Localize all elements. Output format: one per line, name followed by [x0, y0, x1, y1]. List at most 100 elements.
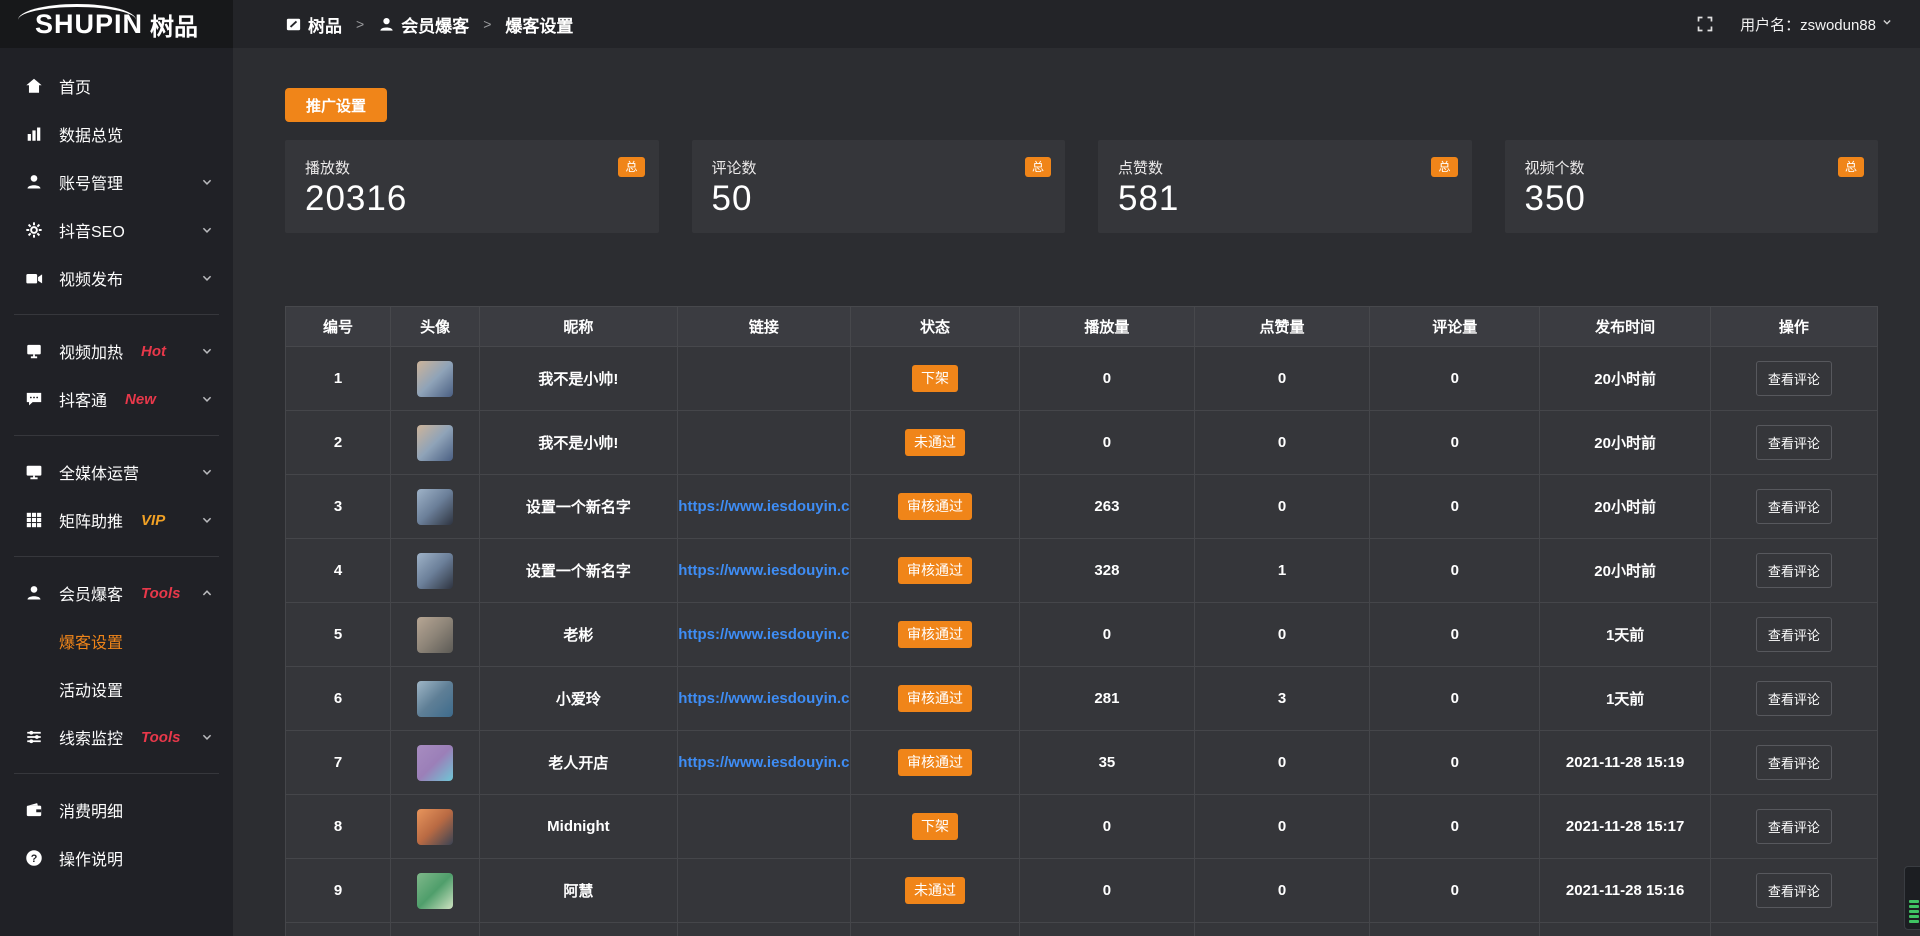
video-link[interactable]: https://www.iesdouyin.c — [678, 690, 849, 707]
view-comments-button[interactable]: 查看评论 — [1756, 873, 1832, 908]
comment-icon — [24, 389, 44, 409]
cell-avatar — [391, 347, 480, 411]
view-comments-button[interactable]: 查看评论 — [1756, 809, 1832, 844]
sidebar-item-label: 会员爆客 — [59, 581, 123, 605]
user-icon — [24, 583, 44, 603]
cell-comments: 0 — [1370, 603, 1540, 667]
user-icon — [24, 172, 44, 192]
main-content: 推广设置 播放数20316总评论数50总点赞数581总视频个数350总 编号头像… — [233, 48, 1920, 936]
sidebar-item-video-heating[interactable]: 视频加热Hot — [0, 327, 233, 375]
cell-nickname: 老人开店 — [480, 731, 677, 795]
cell-action: 查看评论 — [1710, 603, 1877, 667]
cell-likes: 0 — [1194, 475, 1369, 539]
view-comments-button[interactable]: 查看评论 — [1756, 489, 1832, 524]
sidebar-item-media-operation[interactable]: 全媒体运营 — [0, 448, 233, 496]
sidebar-item-label: 抖客通 — [59, 387, 107, 411]
chevron-down-icon — [199, 391, 215, 407]
user-menu[interactable]: 用户名：zswodun88 — [1740, 14, 1894, 35]
cell-action: 查看评论 — [1710, 347, 1877, 411]
table-header-row: 编号头像昵称链接状态播放量点赞量评论量发布时间操作 — [286, 307, 1878, 347]
sidebar-item-member-baoke[interactable]: 会员爆客 Tools — [0, 569, 233, 617]
sidebar-item-home[interactable]: 首页 — [0, 62, 233, 110]
sidebar-divider — [14, 314, 219, 315]
svg-text:?: ? — [31, 853, 38, 865]
fullscreen-icon[interactable] — [1696, 15, 1714, 33]
stat-card-label: 视频个数 — [1525, 157, 1859, 178]
stat-card-value: 350 — [1525, 179, 1859, 219]
sidebar-item-label: 账号管理 — [59, 170, 123, 194]
floating-widget[interactable] — [1904, 866, 1920, 930]
view-comments-button[interactable]: 查看评论 — [1756, 681, 1832, 716]
sidebar-item-clue-monitor[interactable]: 线索监控Tools — [0, 713, 233, 761]
cell-likes: 1 — [1194, 539, 1369, 603]
cell-status: 审核通过 — [851, 731, 1020, 795]
avatar-man-face — [417, 617, 453, 653]
brand-logo[interactable]: SHUPIN 树品 — [0, 0, 233, 48]
cell-plays: 281 — [1019, 667, 1194, 731]
cell-status: 审核通过 — [851, 475, 1020, 539]
cell-likes: 0 — [1194, 603, 1369, 667]
table-col-header-5: 播放量 — [1019, 307, 1194, 347]
view-comments-button[interactable]: 查看评论 — [1756, 617, 1832, 652]
video-link[interactable]: https://www.iesdouyin.c — [678, 498, 849, 515]
video-link[interactable]: https://www.iesdouyin.c — [678, 754, 849, 771]
cell-link — [677, 923, 851, 936]
stat-card-label: 评论数 — [712, 157, 1046, 178]
cell-number — [286, 923, 391, 936]
sidebar-item-consume-detail[interactable]: 消费明细 — [0, 786, 233, 834]
view-comments-button[interactable]: 查看评论 — [1756, 425, 1832, 460]
sidebar-item-account-manage[interactable]: 账号管理 — [0, 158, 233, 206]
cell-number: 5 — [286, 603, 391, 667]
widget-bar — [1909, 920, 1919, 923]
cell-plays: 263 — [1019, 475, 1194, 539]
sidebar-item-douketong[interactable]: 抖客通New — [0, 375, 233, 423]
sidebar-item-operation-guide[interactable]: ?操作说明 — [0, 834, 233, 882]
video-link[interactable]: https://www.iesdouyin.c — [678, 562, 849, 579]
breadcrumb-item-shupin[interactable]: 树品 — [285, 12, 342, 37]
table-col-header-9: 操作 — [1710, 307, 1877, 347]
logo-arc-decoration — [18, 4, 136, 20]
sidebar-subitem-activity-settings[interactable]: 活动设置 — [0, 665, 233, 713]
status-badge: 下架 — [912, 813, 958, 840]
cell-plays: 0 — [1019, 411, 1194, 475]
grid-icon — [24, 510, 44, 530]
table-row: 8Midnight下架0002021-11-28 15:17查看评论 — [286, 795, 1878, 859]
cell-comments: 0 — [1370, 539, 1540, 603]
cell-publish-time: 1天前 — [1540, 603, 1710, 667]
table-row: 3设置一个新名字https://www.iesdouyin.c审核通过26300… — [286, 475, 1878, 539]
cell-link — [677, 347, 851, 411]
cell-number: 9 — [286, 859, 391, 923]
videos-table: 编号头像昵称链接状态播放量点赞量评论量发布时间操作 1我不是小帅!下架00020… — [285, 306, 1878, 936]
sidebar-divider — [14, 773, 219, 774]
cell-comments: 0 — [1370, 667, 1540, 731]
sidebar-item-matrix-boost[interactable]: 矩阵助推VIP — [0, 496, 233, 544]
breadcrumb-label: 爆客设置 — [505, 12, 573, 37]
cell-publish-time: 1天前 — [1540, 667, 1710, 731]
video-link[interactable]: https://www.iesdouyin.c — [678, 626, 849, 643]
sidebar-item-tag: Tools — [141, 585, 180, 602]
cell-nickname: 老彬 — [480, 603, 677, 667]
table-row: 5老彬https://www.iesdouyin.c审核通过0001天前查看评论 — [286, 603, 1878, 667]
cell-avatar — [391, 923, 480, 936]
cell-avatar — [391, 603, 480, 667]
table-row: 6小爱玲https://www.iesdouyin.c审核通过281301天前查… — [286, 667, 1878, 731]
status-badge: 下架 — [912, 365, 958, 392]
view-comments-button[interactable]: 查看评论 — [1756, 361, 1832, 396]
cell-likes: 0 — [1194, 411, 1369, 475]
cell-plays: 0 — [1019, 347, 1194, 411]
cell-publish-time: 2021-11-28 15:19 — [1540, 731, 1710, 795]
sidebar-subitem-baoke-settings[interactable]: 爆客设置 — [0, 617, 233, 665]
chevron-down-icon — [199, 343, 215, 359]
sidebar-item-douyin-seo[interactable]: 抖音SEO — [0, 206, 233, 254]
caret-down-icon — [1876, 15, 1894, 33]
breadcrumb-separator: > — [483, 16, 491, 32]
sidebar-item-video-publish[interactable]: 视频发布 — [0, 254, 233, 302]
view-comments-button[interactable]: 查看评论 — [1756, 553, 1832, 588]
sidebar-item-data-overview[interactable]: 数据总览 — [0, 110, 233, 158]
promotion-settings-button[interactable]: 推广设置 — [285, 88, 387, 122]
chevron-down-icon — [199, 464, 215, 480]
breadcrumb-item-member-baoke[interactable]: 会员爆客 — [378, 12, 469, 37]
stat-card-label: 播放数 — [305, 157, 639, 178]
sidebar-item-label: 线索监控 — [59, 725, 123, 749]
view-comments-button[interactable]: 查看评论 — [1756, 745, 1832, 780]
